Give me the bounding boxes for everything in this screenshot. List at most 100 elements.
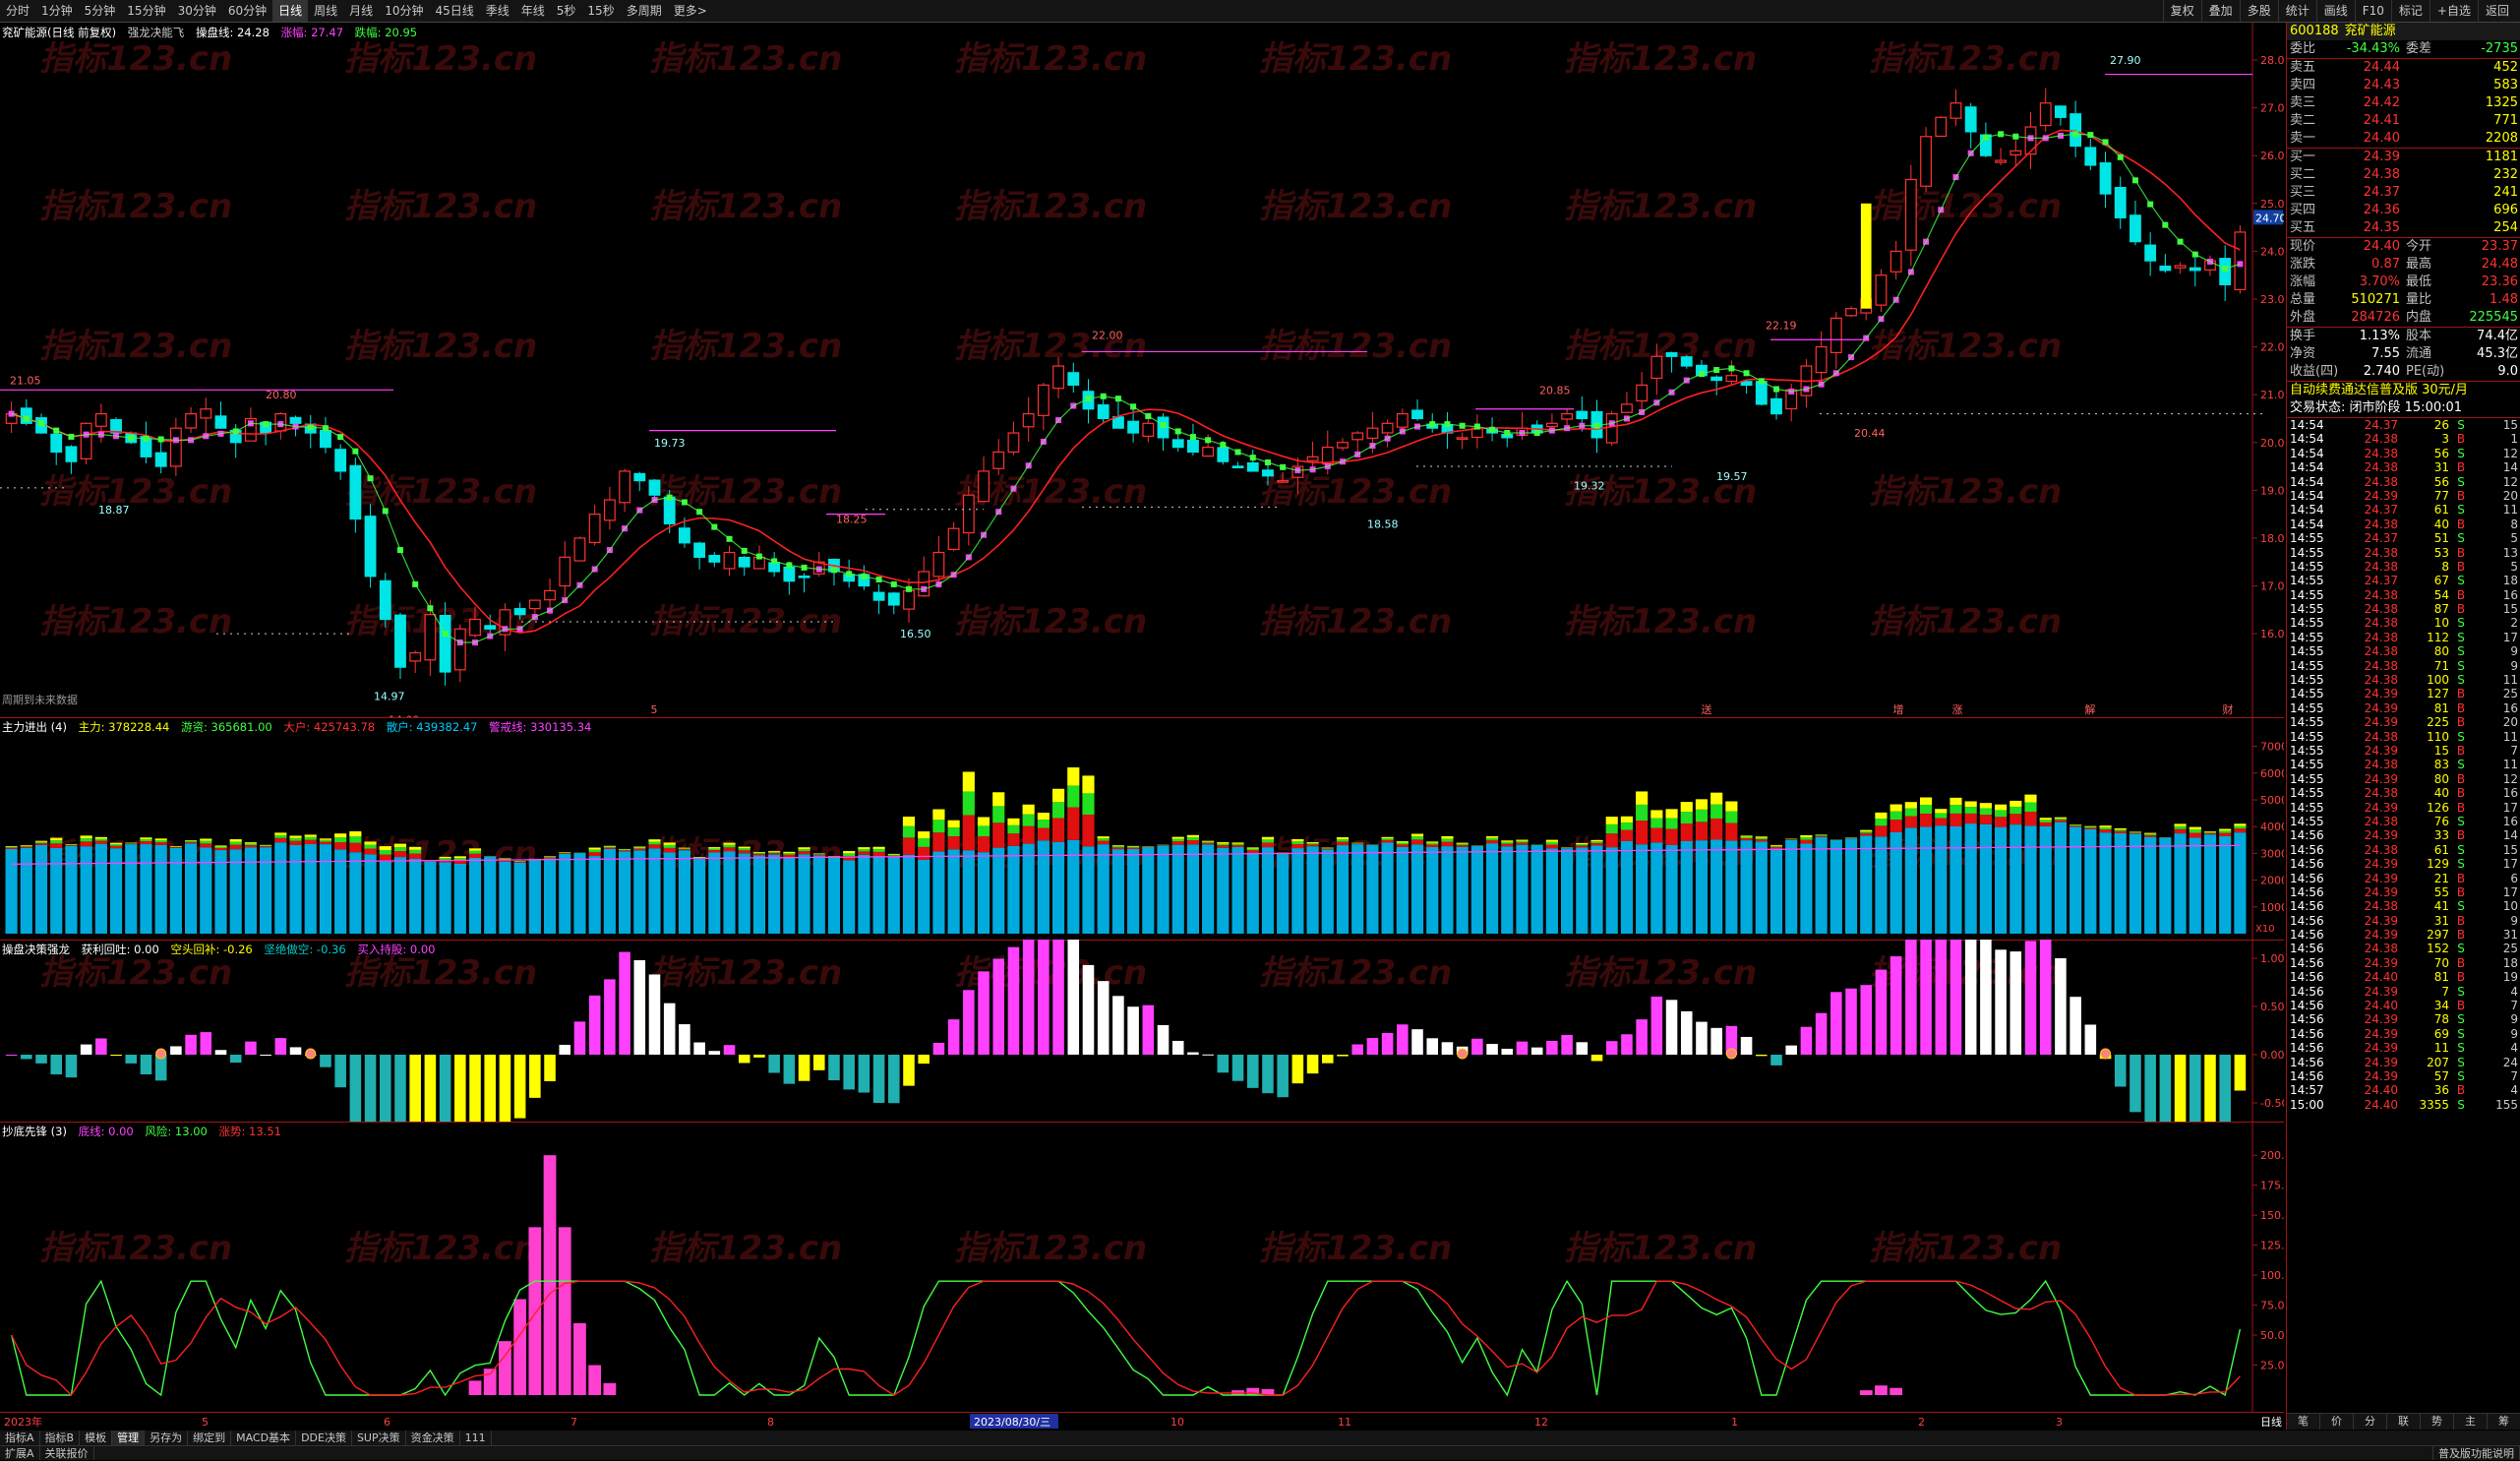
kline-pane[interactable]: 兖矿能源(日线 前复权) 强龙决能飞 操盘线: 24.28 涨幅: 27.47 … [0, 23, 2284, 718]
weicha-value: -2735 [2445, 40, 2518, 58]
tool-button[interactable]: F10 [2355, 0, 2391, 22]
event-mark: 增 [1893, 702, 1904, 716]
period-tab[interactable]: 5分钟 [79, 0, 122, 22]
period-tab[interactable]: 45日线 [429, 0, 479, 22]
tool-button[interactable]: +自选 [2430, 0, 2478, 22]
pane4-tick-label: 50.0 [2260, 1329, 2284, 1342]
help-link[interactable]: 普及版功能说明 [2432, 1446, 2520, 1460]
extension-tab[interactable]: 扩展A [0, 1446, 40, 1460]
period-tab[interactable]: 60分钟 [222, 0, 272, 22]
juece-bar [1337, 1055, 1349, 1057]
chart-area[interactable]: 兖矿能源(日线 前复权) 强龙决能飞 操盘线: 24.28 涨幅: 27.47 … [0, 23, 2284, 1430]
tick-count: 4 [2473, 985, 2518, 999]
indicator-tab[interactable]: 指标A [0, 1431, 40, 1445]
tool-button[interactable]: 画线 [2316, 0, 2355, 22]
extension-tab[interactable]: 关联报价 [40, 1446, 94, 1460]
tool-button[interactable]: 统计 [2278, 0, 2316, 22]
order-price: 24.35 [2339, 219, 2400, 237]
period-tab[interactable]: 日线 [272, 0, 308, 22]
order-row: 买一24.391181 [2287, 149, 2520, 166]
tick-count: 4 [2473, 1083, 2518, 1097]
indicator-tab[interactable]: 模板 [80, 1431, 112, 1445]
dahu-bar [274, 838, 286, 842]
quote-tab[interactable]: 笔 [2287, 1414, 2320, 1430]
indicator-tab[interactable]: SUP决策 [352, 1431, 406, 1445]
quote-tab[interactable]: 筹 [2488, 1414, 2520, 1430]
youzi-bar [1546, 842, 1558, 845]
chaodi-chart[interactable]: 指标123.cn指标123.cn指标123.cn指标123.cn指标123.cn… [0, 1122, 2284, 1412]
tick-side: B [2449, 432, 2473, 446]
juece-chart[interactable]: 指标123.cn指标123.cn指标123.cn指标123.cn指标123.cn… [0, 940, 2284, 1122]
juece-pane[interactable]: 操盘决策强龙 获利回吐: 0.00 空头回补: -0.26 坚绝做空: -0.3… [0, 940, 2284, 1123]
notice-row[interactable]: 自动续费通达信普及版 30元/月 [2287, 381, 2520, 399]
period-tab[interactable]: 季线 [480, 0, 515, 22]
indicator-tab[interactable]: 指标B [40, 1431, 81, 1445]
tick-side: S [2449, 616, 2473, 630]
zhuli-bar [499, 858, 510, 859]
tick-count: 7 [2473, 1069, 2518, 1083]
quote-tab[interactable]: 主 [2454, 1414, 2488, 1430]
tick-row: 14:5424.383B1 [2287, 432, 2520, 446]
indicator-tab[interactable]: 管理 [112, 1431, 145, 1445]
zhuli-bar [1382, 837, 1394, 838]
candle-body [380, 580, 390, 619]
period-tab[interactable]: 分时 [0, 0, 35, 22]
tick-count: 25 [2473, 687, 2518, 700]
tool-button[interactable]: 多股 [2240, 0, 2278, 22]
quote-tab[interactable]: 分 [2354, 1414, 2387, 1430]
watermark: 指标123.cn [1869, 472, 2062, 512]
zhangshi-value: 涨势: 13.51 [219, 1125, 281, 1138]
stat-value: 284726 [2339, 309, 2400, 327]
order-volume: 1181 [2400, 149, 2518, 166]
period-tab[interactable]: 5秒 [551, 0, 582, 22]
period-tab[interactable]: 月线 [343, 0, 379, 22]
tick-list[interactable]: 14:5424.3726S1514:5424.383B114:5424.3856… [2287, 417, 2520, 1112]
indicator-tab[interactable]: 资金决策 [406, 1431, 460, 1445]
dahu-bar [544, 857, 556, 858]
kline-chart[interactable]: 指标123.cn指标123.cn指标123.cn指标123.cn指标123.cn… [0, 23, 2284, 717]
price-annotation: 20.44 [1854, 427, 1886, 440]
period-tab[interactable]: 1分钟 [35, 0, 79, 22]
fengxian-value: 风险: 13.00 [145, 1125, 207, 1138]
zhuli-bar [245, 842, 257, 843]
period-tab[interactable]: 更多> [668, 0, 713, 22]
zhuli-bar [753, 852, 765, 853]
tick-count: 11 [2473, 503, 2518, 517]
indicator-tab[interactable]: DDE决策 [296, 1431, 352, 1445]
youzi-bar [230, 842, 242, 845]
period-tab[interactable]: 周线 [308, 0, 343, 22]
tool-button[interactable]: 叠加 [2201, 0, 2240, 22]
period-tab[interactable]: 年线 [515, 0, 551, 22]
notice-text[interactable]: 自动续费通达信普及版 30元/月 [2290, 382, 2468, 399]
period-tab[interactable]: 10分钟 [379, 0, 429, 22]
quote-tab[interactable]: 联 [2387, 1414, 2421, 1430]
period-tab[interactable]: 30分钟 [172, 0, 222, 22]
indicator-tab[interactable]: MACD基本 [231, 1431, 296, 1445]
juece-bar [1741, 1037, 1753, 1055]
candle-body [634, 473, 645, 480]
dahu-bar [903, 837, 915, 854]
period-tab[interactable]: 15分钟 [121, 0, 171, 22]
youzi-bar [1800, 837, 1812, 840]
period-tab[interactable]: 多周期 [621, 0, 668, 22]
date-label: 2023年 [4, 1415, 42, 1429]
zhuli-pane[interactable]: 主力进出 (4) 主力: 378228.44 游资: 365681.00 大户:… [0, 717, 2284, 941]
tick-side: S [2449, 1027, 2473, 1041]
period-tab[interactable]: 15秒 [581, 0, 620, 22]
zhuli-chart[interactable]: 指标123.cn指标123.cn指标123.cn指标123.cn指标123.cn… [0, 717, 2284, 940]
zhuli-bar [544, 856, 556, 857]
chaodi-pane[interactable]: 抄底先锋 (3) 底线: 0.00 风险: 13.00 涨势: 13.51 指标… [0, 1122, 2284, 1413]
indicator-tab[interactable]: 另存为 [145, 1431, 188, 1445]
indicator-tab[interactable]: 111 [460, 1431, 492, 1445]
candle-body [186, 414, 197, 428]
zhuli-bar [1426, 841, 1438, 842]
candle-body [1247, 463, 1258, 471]
candle-body [2130, 215, 2141, 242]
tool-button[interactable]: 返回 [2478, 0, 2516, 22]
tool-button[interactable]: 标记 [2391, 0, 2430, 22]
tool-button[interactable]: 复权 [2163, 0, 2201, 22]
quote-tab[interactable]: 价 [2320, 1414, 2354, 1430]
quote-tab[interactable]: 势 [2421, 1414, 2454, 1430]
indicator-tab[interactable]: 绑定到 [188, 1431, 231, 1445]
watermark: 指标123.cn [344, 1229, 537, 1268]
